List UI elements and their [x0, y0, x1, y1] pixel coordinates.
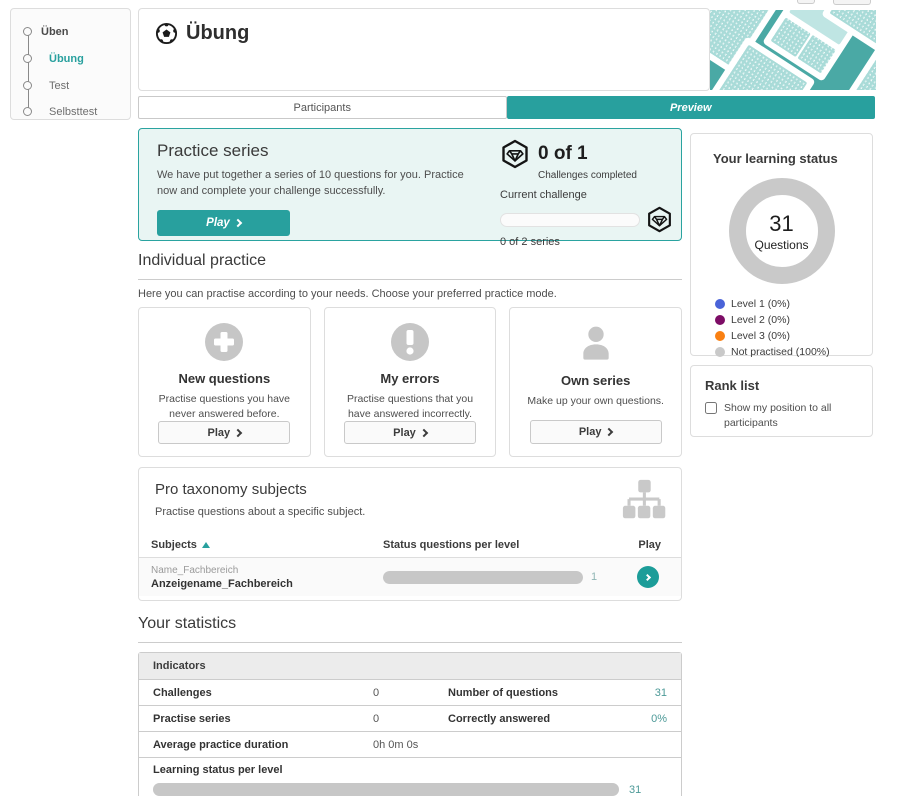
subject-play-button[interactable] [637, 566, 659, 588]
learning-status-panel: Your learning status 31 Questions Level … [690, 133, 873, 356]
chevron-right-icon [605, 428, 613, 436]
exclamation-circle-icon [390, 322, 430, 362]
chevron-right-icon [643, 573, 650, 580]
level-progressbar [153, 783, 619, 796]
hierarchy-icon [621, 478, 667, 524]
legend-dot-level1 [715, 299, 725, 309]
legend-item: Level 1 (0%) [715, 298, 858, 310]
rank-visibility-option: Show my position to all participants [705, 401, 858, 430]
series-progress-label: 0 of 2 series [500, 236, 673, 248]
chevron-right-icon [234, 428, 242, 436]
soccer-ball-icon [155, 22, 178, 45]
card-own-series: Own series Make up your own questions. P… [509, 307, 682, 457]
taxonomy-title: Pro taxonomy subjects [155, 481, 665, 498]
step-dot-icon [23, 27, 32, 36]
statistics-row: Average practice duration 0h 0m 0s [139, 732, 681, 758]
legend-dot-not-practised [715, 347, 725, 357]
card-description: Make up your own questions. [527, 394, 664, 420]
own-series-play-button[interactable]: Play [530, 420, 662, 444]
practice-series-card: Practice series We have put together a s… [138, 128, 682, 241]
current-challenge-progressbar [500, 213, 640, 227]
legend-item: Not practised (100%) [715, 346, 858, 358]
card-description: Practise questions you have never answer… [149, 392, 300, 421]
step-dot-icon [23, 54, 32, 63]
timeline-connector [28, 31, 29, 112]
statistics-table: Indicators Challenges 0 Number of questi… [138, 652, 682, 796]
current-challenge-label: Current challenge [500, 189, 673, 201]
practice-mode-cards: New questions Practise questions you hav… [138, 307, 682, 457]
statistics-table-title: Indicators [139, 653, 681, 680]
rank-list-title: Rank list [705, 378, 858, 393]
card-new-questions: New questions Practise questions you hav… [138, 307, 311, 457]
challenge-gem-icon [646, 206, 673, 233]
practice-series-description: We have put together a series of 10 ques… [157, 168, 472, 200]
question-unit: Questions [754, 238, 808, 252]
legend-item: Level 3 (0%) [715, 330, 858, 342]
challenge-gem-icon [500, 139, 530, 169]
column-status: Status questions per level [383, 539, 615, 551]
card-description: Practise questions that you have answere… [335, 392, 486, 421]
column-play: Play [615, 539, 669, 551]
legend-item: Level 2 (0%) [715, 314, 858, 326]
tab-preview[interactable]: Preview [507, 96, 876, 119]
top-button-sliver [797, 0, 815, 4]
practice-series-title: Practice series [157, 141, 470, 161]
practice-page: Üben Übung Test Selbsttest [0, 0, 898, 796]
statistics-row: Practise series 0 Correctly answered 0% [139, 706, 681, 732]
new-questions-play-button[interactable]: Play [158, 421, 290, 444]
challenges-count: 0 of 1 [538, 143, 588, 165]
column-subjects[interactable]: Subjects [151, 539, 383, 551]
course-steps-sidebar: Üben Übung Test Selbsttest [10, 8, 131, 120]
step-dot-icon [23, 81, 32, 90]
chevron-right-icon [420, 428, 428, 436]
individual-practice-heading: Individual practice [138, 252, 682, 280]
sort-ascending-icon [202, 542, 210, 548]
card-my-errors: My errors Practise questions that you ha… [324, 307, 497, 457]
plus-circle-icon [204, 322, 244, 362]
step-dot-icon [23, 107, 32, 116]
subject-question-count: 1 [591, 571, 597, 583]
view-tabs: Participants Preview [138, 96, 875, 119]
top-button-sliver [833, 0, 871, 5]
rank-list-panel: Rank list Show my position to all partic… [690, 365, 873, 437]
taxonomy-description: Practise questions about a specific subj… [155, 506, 665, 518]
learning-status-per-level-row: Learning status per level 31 [139, 758, 681, 796]
page-header: Übung [138, 8, 710, 91]
question-total: 31 [769, 211, 793, 237]
taxonomy-subjects-card: Pro taxonomy subjects Practise questions… [138, 467, 682, 601]
legend-dot-level2 [715, 315, 725, 325]
statistics-row: Challenges 0 Number of questions 31 [139, 680, 681, 706]
my-errors-play-button[interactable]: Play [344, 421, 476, 444]
legend-dot-level3 [715, 331, 725, 341]
tab-participants[interactable]: Participants [138, 96, 507, 119]
individual-practice-intro: Here you can practise according to your … [138, 288, 557, 300]
person-icon [576, 323, 616, 363]
statistics-heading: Your statistics [138, 615, 682, 643]
subject-name: Name_Fachbereich [151, 565, 383, 576]
chevron-right-icon [234, 219, 242, 227]
show-position-checkbox[interactable] [705, 402, 717, 414]
map-banner-image [710, 10, 876, 90]
page-title: Übung [186, 22, 249, 45]
challenges-caption: Challenges completed [538, 170, 673, 181]
level-count: 31 [629, 784, 641, 796]
card-title: My errors [380, 371, 439, 386]
donut-legend: Level 1 (0%) Level 2 (0%) Level 3 (0%) N… [715, 298, 858, 358]
card-title: Own series [561, 373, 630, 388]
card-title: New questions [178, 371, 270, 386]
subject-level-progressbar [383, 571, 583, 584]
learning-status-title: Your learning status [713, 151, 858, 166]
taxonomy-table-header: Subjects Status questions per level Play [139, 532, 681, 558]
subject-display-name: Anzeigename_Fachbereich [151, 578, 383, 590]
practice-series-play-button[interactable]: Play [157, 210, 290, 236]
taxonomy-row: Name_Fachbereich Anzeigename_Fachbereich… [139, 558, 681, 596]
learning-status-donut-chart: 31 Questions [729, 178, 835, 284]
